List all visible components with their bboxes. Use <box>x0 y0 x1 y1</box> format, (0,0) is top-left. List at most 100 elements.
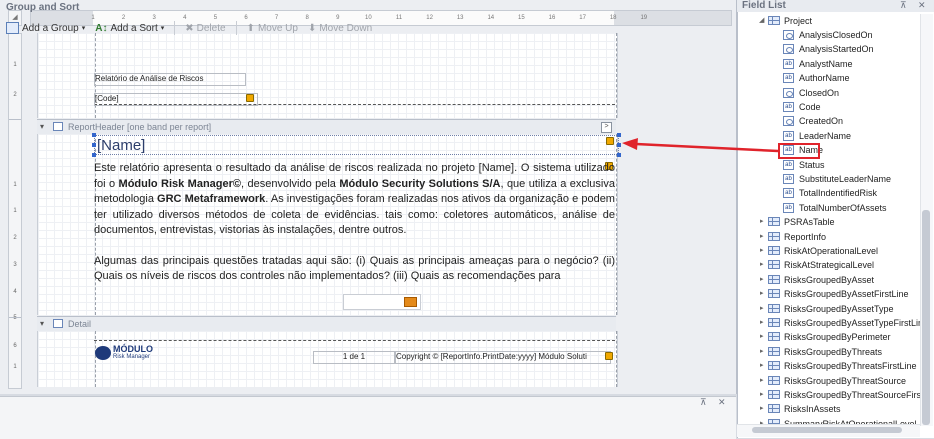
table-icon <box>768 274 780 284</box>
report-title-field[interactable]: Relatório de Análise de Riscos <box>94 73 246 86</box>
ruler-mark: 1 <box>13 364 17 370</box>
picture-icon <box>404 297 417 307</box>
ruler-tick: 15 <box>518 15 525 21</box>
move-up-button[interactable]: ⬆ Move Up <box>247 23 298 34</box>
band-label: ReportHeader [one band per report] <box>68 122 212 132</box>
ruler-mark: 6 <box>13 343 17 349</box>
datetime-field-icon <box>783 87 794 98</box>
ruler-tick: 13 <box>456 15 464 21</box>
text-field-icon: ab <box>783 202 794 213</box>
band-menu-button[interactable]: > <box>601 122 612 133</box>
table-icon <box>768 361 780 371</box>
table-icon <box>768 289 780 299</box>
table-icon <box>768 303 780 313</box>
text-field-icon: ab <box>783 130 794 141</box>
collapse-icon[interactable]: ◢ <box>759 14 764 28</box>
expand-icon[interactable]: ▸ <box>760 374 764 388</box>
expand-icon[interactable]: ▸ <box>760 215 764 229</box>
intro-paragraph: Este relatório apresenta o resultado da … <box>94 162 615 236</box>
ruler-tick: 18 <box>609 15 617 21</box>
selection-handle[interactable] <box>92 133 96 137</box>
datetime-field-icon <box>783 30 794 40</box>
band-label: Detail <box>68 319 92 329</box>
expand-icon[interactable]: ▸ <box>760 302 764 316</box>
ruler-mark: 5 <box>13 315 17 321</box>
close-icon[interactable]: ✕ <box>718 397 726 408</box>
ruler-mark: 1 <box>13 182 17 188</box>
text-field-icon: ab <box>783 102 794 112</box>
page-number-field[interactable]: 1 de 1 <box>313 351 395 364</box>
collapse-icon[interactable]: ▾ <box>40 317 44 331</box>
collapse-icon[interactable]: ▾ <box>40 120 44 134</box>
datetime-field-icon <box>783 44 794 55</box>
text-field-icon: ab <box>783 58 794 69</box>
table-icon <box>768 217 780 227</box>
expand-icon[interactable]: ▸ <box>760 273 764 287</box>
expand-icon[interactable]: ▸ <box>760 388 764 402</box>
group-sort-panel <box>0 396 736 439</box>
smart-tag-icon[interactable] <box>605 352 613 360</box>
table-icon <box>768 231 780 241</box>
arrow-down-icon: ⬇ <box>307 22 317 34</box>
add-sort-button[interactable]: A↕ Add a Sort ▾ <box>95 23 164 34</box>
selection-handle[interactable] <box>617 133 621 137</box>
ruler-mark: 2 <box>13 92 17 98</box>
ruler-tick: 19 <box>640 15 648 21</box>
sort-icon: A↕ <box>95 22 108 34</box>
delete-button[interactable]: ✖ Delete <box>185 23 225 34</box>
expand-icon[interactable]: ▸ <box>760 230 764 244</box>
add-group-icon <box>6 22 19 34</box>
ruler-tick: 16 <box>548 15 556 21</box>
expand-icon[interactable]: ▸ <box>760 244 764 258</box>
detail-band-strip[interactable]: ▾ Detail <box>37 316 616 332</box>
ruler-tick: 11 <box>395 15 403 21</box>
table-icon <box>768 390 780 399</box>
picture-box[interactable] <box>343 294 421 310</box>
annotation-arrow <box>622 138 779 153</box>
expand-icon[interactable]: ▸ <box>760 345 764 359</box>
expand-icon[interactable]: ▸ <box>760 417 764 424</box>
table-icon <box>768 260 780 270</box>
field-tree[interactable]: ◢ Project AnalysisClosedOn AnalysisStarte… <box>737 14 920 424</box>
band-icon <box>53 122 63 131</box>
expand-icon[interactable]: ▸ <box>760 258 764 272</box>
expand-icon[interactable]: ▸ <box>760 316 764 330</box>
datetime-field-icon <box>783 116 794 127</box>
selection-handle[interactable] <box>92 143 96 147</box>
report-intro-richtext[interactable]: Este relatório apresenta o resultado da … <box>94 161 615 285</box>
expand-icon[interactable]: ▸ <box>760 287 764 301</box>
add-group-button[interactable]: Add a Group ▾ <box>6 22 85 34</box>
group-sort-toolbar: Add a Group ▾ A↕ Add a Sort ▾ ✖ Delete ⬆ Mov… <box>6 20 372 36</box>
table-icon <box>768 246 780 255</box>
divider <box>94 340 615 341</box>
arrow-up-icon: ⬆ <box>246 22 255 34</box>
smart-tag-icon[interactable] <box>606 137 614 145</box>
close-icon[interactable]: ✕ <box>918 0 926 11</box>
smart-tag-icon[interactable] <box>246 94 254 102</box>
ruler-mark: 4 <box>13 289 17 295</box>
expand-icon[interactable]: ▸ <box>760 359 764 373</box>
pin-icon[interactable]: ⊼ <box>700 397 707 408</box>
modulo-logo[interactable]: MÓDULO Risk Manager <box>95 344 165 362</box>
code-field[interactable]: [Code] <box>94 93 258 106</box>
scrollbar-thumb[interactable] <box>752 427 902 433</box>
table-icon <box>768 404 780 414</box>
pin-icon[interactable]: ⊼ <box>900 0 907 11</box>
name-field[interactable]: [Name] <box>94 135 619 155</box>
ruler-tick: 12 <box>426 15 433 21</box>
selection-handle[interactable] <box>92 153 96 157</box>
scrollbar-thumb[interactable] <box>922 210 930 425</box>
ruler-tick: 14 <box>487 15 495 21</box>
report-header-band-strip[interactable]: ▾ ReportHeader [one band per report] > <box>37 119 616 135</box>
highlight-box <box>778 143 820 159</box>
table-icon <box>768 16 780 25</box>
text-field-icon: ab <box>783 73 794 84</box>
move-down-button[interactable]: ⬇ Move Down <box>308 23 372 34</box>
expand-icon[interactable]: ▸ <box>760 330 764 344</box>
ruler-tick: 17 <box>579 15 586 21</box>
vertical-ruler: 12112345611 <box>8 33 22 412</box>
text-field-icon: ab <box>783 159 794 170</box>
expand-icon[interactable]: ▸ <box>760 402 764 416</box>
band-icon <box>53 319 63 328</box>
copyright-field[interactable]: Copyright © [ReportInfo.PrintDate:yyyy] … <box>395 351 611 364</box>
